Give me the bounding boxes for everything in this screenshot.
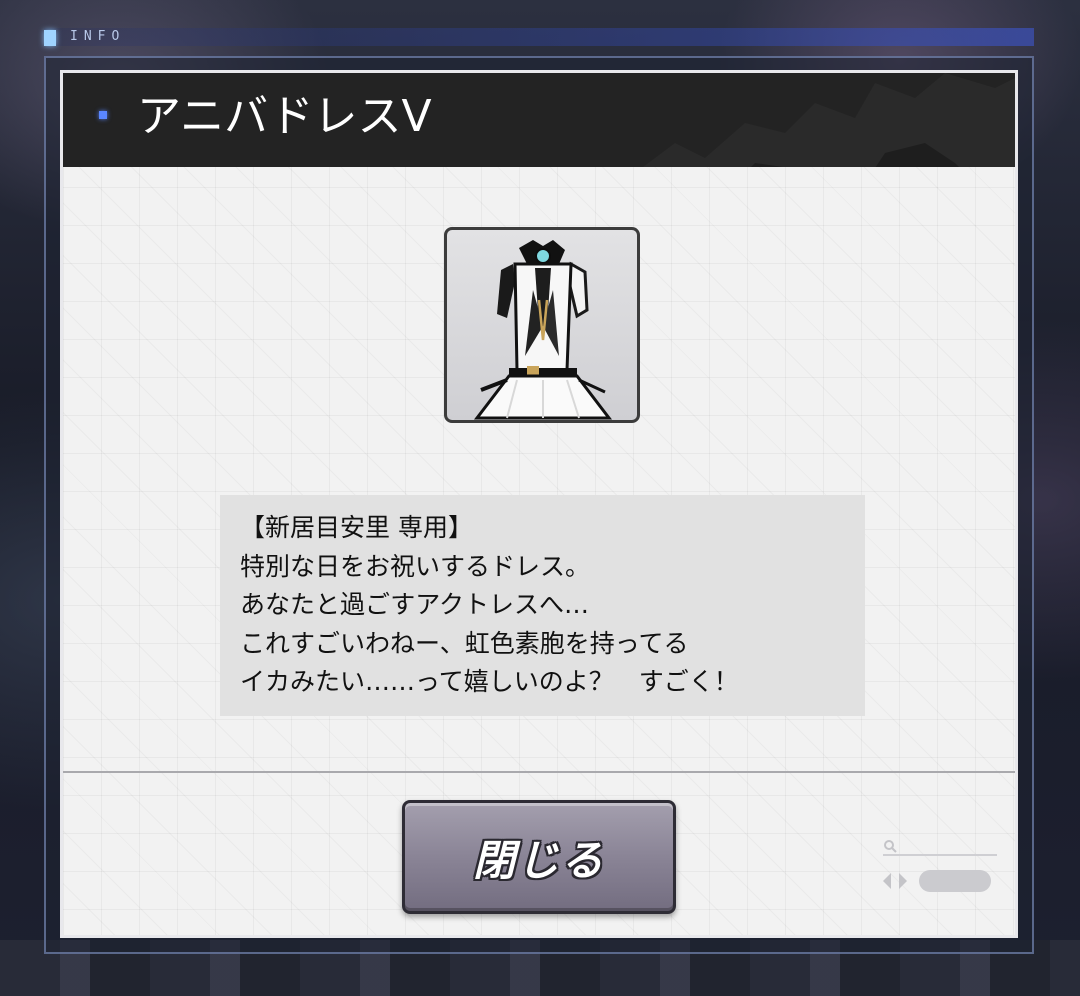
description-line: あなたと過ごすアクトレスへ… (240, 590, 590, 619)
map-decoration-icon (643, 73, 1015, 167)
info-label: INFO (70, 29, 126, 44)
item-thumbnail (444, 227, 640, 423)
item-info-dialog: アニバドレスV 【新居目安里 専用】 特別な日をお祝いするドレス。 あなたと過ご… (60, 70, 1018, 938)
footer-divider (63, 771, 1015, 773)
description-line: これすごいわねー、虹色素胞を持ってる (240, 628, 689, 658)
close-button[interactable]: 閉じる (402, 800, 676, 914)
info-indicator-icon (44, 30, 56, 46)
description-line: 【新居目安里 専用】 (240, 513, 473, 542)
close-button-label: 閉じる (472, 835, 605, 885)
dialog-title-bar: アニバドレスV (63, 73, 1015, 167)
dialog-title: アニバドレスV (137, 91, 432, 142)
description-line: 特別な日をお祝いするドレス。 (240, 551, 591, 581)
item-description: 【新居目安里 専用】 特別な日をお祝いするドレス。 あなたと過ごすアクトレスへ…… (220, 495, 865, 716)
arrows-slider-icon (883, 870, 991, 892)
search-icon (883, 840, 997, 856)
description-line: イカみたい……って嬉しいのよ？ すごく！ (240, 667, 739, 696)
dress-icon (473, 240, 613, 420)
info-header-bar: INFO (44, 28, 1034, 46)
title-bullet-icon (99, 111, 107, 119)
